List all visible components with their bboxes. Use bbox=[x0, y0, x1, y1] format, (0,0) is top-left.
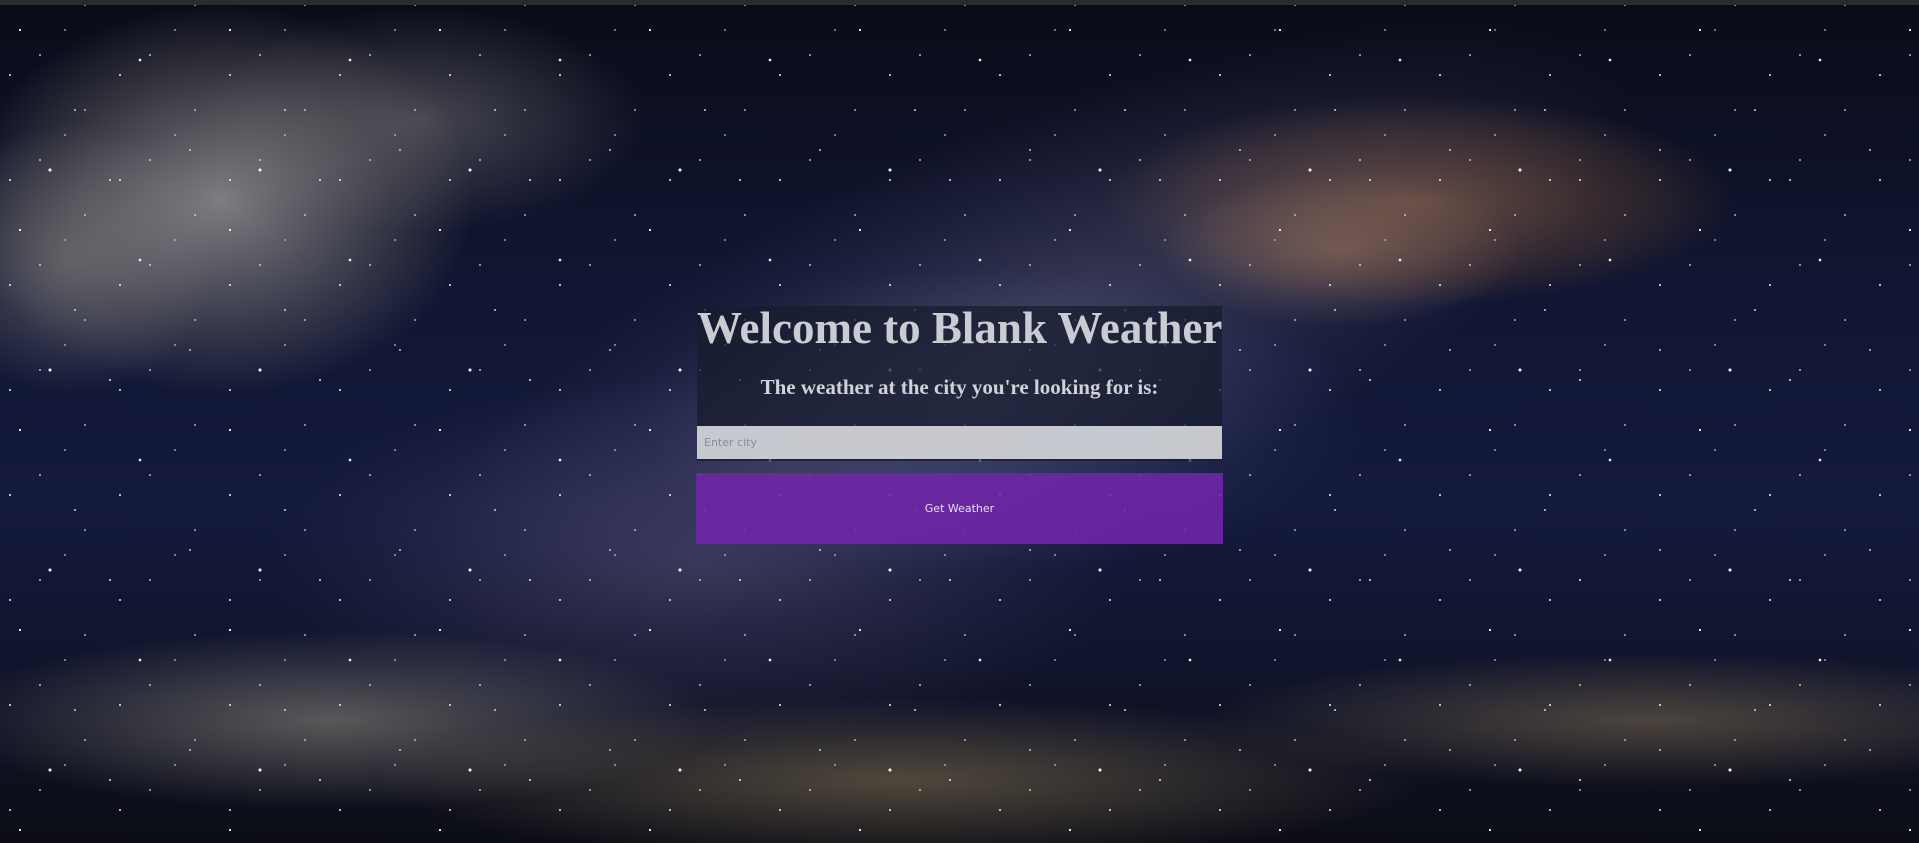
top-strip bbox=[0, 0, 1919, 5]
weather-page: Welcome to Blank Weather The weather at … bbox=[0, 0, 1919, 843]
city-search-input[interactable] bbox=[697, 426, 1222, 459]
page-subtitle: The weather at the city you're looking f… bbox=[760, 375, 1159, 399]
get-weather-button[interactable]: Get Weather bbox=[696, 473, 1223, 544]
page-title: Welcome to Blank Weather bbox=[697, 303, 1223, 353]
